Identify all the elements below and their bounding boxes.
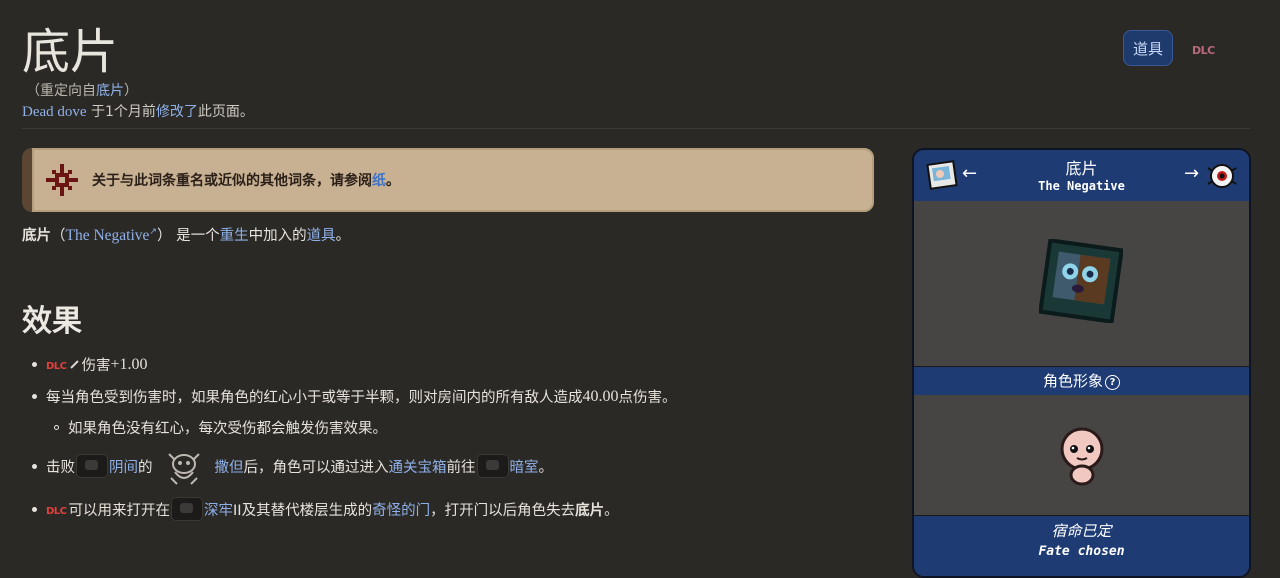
next-arrow[interactable]: → (1184, 163, 1199, 184)
english-name-link[interactable]: The Negative (66, 227, 150, 244)
effect-item-strange-door: DLC 可以用来打开在 深牢 II及其替代楼层生成的 奇怪的门 ，打开门以后角色失去底… (32, 497, 619, 521)
bullet (32, 394, 37, 399)
disambiguation-hatnote: 关于与此词条重名或近似的其他词条，请参阅纸。 (22, 148, 874, 212)
dark-room-link[interactable]: 暗室 (510, 456, 539, 477)
item-quote-cn: 宿命已定 (1051, 522, 1112, 540)
edit-suffix: 此页面。 (197, 104, 254, 120)
effect-door-mid2: ，打开门以后角色失去 (430, 502, 576, 519)
satan-link[interactable]: 撒但 (215, 456, 244, 477)
intro-paragraph: 底片（The Negative↗） 是一个重生中加入的道具。 (22, 224, 350, 245)
redirect-note: （重定向自底片） (26, 80, 138, 100)
effect-darkroom-mid2: 后，角色可以通过进入 (243, 459, 389, 476)
sub-bullet (54, 425, 59, 430)
depths-link[interactable]: 深牢 (204, 499, 233, 520)
hatnote-text: 关于与此词条重名或近似的其他词条，请参阅纸。 (92, 170, 400, 190)
tab-dlc-badge[interactable]: DLC (1192, 44, 1215, 57)
intro-close-paren: ） (156, 228, 172, 244)
effect-damage-label: 伤害 (81, 358, 111, 374)
item-image-panel (914, 201, 1249, 368)
effect-door-item-name: 底片 (575, 502, 605, 519)
depths-icon (171, 497, 204, 521)
item-quote-en: Fate chosen (1038, 544, 1125, 559)
page-title: 底片 (22, 24, 119, 80)
intro-text-2: 中加入的 (248, 228, 307, 244)
redirect-prefix: （重定向自 (26, 83, 96, 99)
hatnote-suffix: 。 (386, 173, 400, 189)
last-edit-line: Dead dove 于1个月前修改了此页面。 (22, 101, 254, 121)
sheol-icon (76, 454, 108, 478)
dark-room-icon (476, 454, 509, 478)
sheol-link[interactable]: 阴间 (109, 456, 138, 477)
effect-trigger-post: 点伤害。 (618, 390, 677, 406)
eyeball-icon[interactable] (1204, 158, 1240, 194)
effect-door-pre: 可以用来打开在 (68, 502, 171, 519)
external-link-icon: ↗ (149, 227, 157, 238)
satan-boss-icon (167, 453, 200, 485)
effect-door-mid1: II及其替代楼层生成的 (233, 502, 373, 519)
hatnote-message: 关于与此词条重名或近似的其他词条，请参阅 (92, 173, 372, 189)
header-divider (22, 128, 1250, 129)
editor-link[interactable]: Dead dove (22, 104, 87, 120)
effect-item-dark-room: 击败 阴间 的 撒但 后，角色可以通过进入 通关宝箱 前往 暗室。 (32, 444, 553, 488)
effect-subitem: 如果角色没有红心，每次受伤都会触发伤害效果。 (54, 417, 387, 438)
type-link-item[interactable]: 道具 (307, 228, 336, 244)
help-icon[interactable]: ? (1105, 375, 1120, 390)
hatnote-link-paper[interactable]: 纸 (372, 173, 386, 189)
quote-row: 宿命已定 Fate chosen (914, 516, 1249, 576)
effect-darkroom-mid3: 前往 (446, 459, 476, 476)
intro-end: 。 (335, 228, 351, 244)
bullet (32, 506, 37, 512)
tab-item-category[interactable]: 道具 (1123, 30, 1173, 66)
character-appearance-label: 角色形象? (914, 367, 1249, 395)
effect-darkroom-pre: 击败 (46, 459, 75, 476)
effect-damage-value: +1.00 (110, 355, 148, 373)
redirect-suffix: ） (124, 83, 138, 99)
item-infobox: ← 底片 The Negative → 角色形象? 宿命已定 Fate chos… (912, 148, 1251, 578)
effect-darkroom-end: 。 (538, 459, 554, 476)
compass-icon (46, 164, 78, 196)
intro-open-paren: （ (51, 228, 66, 244)
effect-trigger-value: 40.00 (582, 387, 619, 405)
dlc-icon: DLC (46, 361, 67, 372)
edit-time: 于1个月前 (86, 104, 156, 120)
effect-subitem-text: 如果角色没有红心，每次受伤都会触发伤害效果。 (68, 421, 387, 437)
effect-item-trigger: 每当角色受到伤害时，如果角色的红心小于或等于半颗，则对房间内的所有敌人造成 40… (32, 386, 677, 407)
dlc-icon: DLC (46, 505, 67, 517)
edit-diff-link[interactable]: 修改了 (156, 104, 198, 120)
character-image-panel (914, 395, 1249, 517)
infobox-header: ← 底片 The Negative → (914, 150, 1249, 201)
strange-door-link[interactable]: 奇怪的门 (372, 499, 430, 520)
intro-item-name: 底片 (22, 228, 51, 244)
effect-trigger-pre: 每当角色受到伤害时，如果角色的红心小于或等于半颗，则对房间内的所有敌人造成 (46, 390, 583, 406)
bullet (32, 362, 37, 367)
intro-text-1: 是一个 (176, 228, 220, 244)
redirect-link[interactable]: 底片 (96, 83, 124, 99)
damage-icon (69, 360, 79, 369)
effect-darkroom-mid1: 的 (138, 459, 153, 476)
chest-link[interactable]: 通关宝箱 (389, 456, 447, 477)
negative-item-sprite (1039, 239, 1123, 323)
isaac-character-sprite (1060, 427, 1104, 486)
effect-door-end: 。 (604, 502, 619, 519)
bullet (32, 463, 37, 469)
effects-heading: 效果 (22, 304, 82, 339)
dlc-link-rebirth[interactable]: 重生 (220, 228, 249, 244)
character-label-text: 角色形象 (1042, 372, 1103, 390)
effect-item-damage: DLC 伤害 +1.00 (32, 354, 148, 375)
